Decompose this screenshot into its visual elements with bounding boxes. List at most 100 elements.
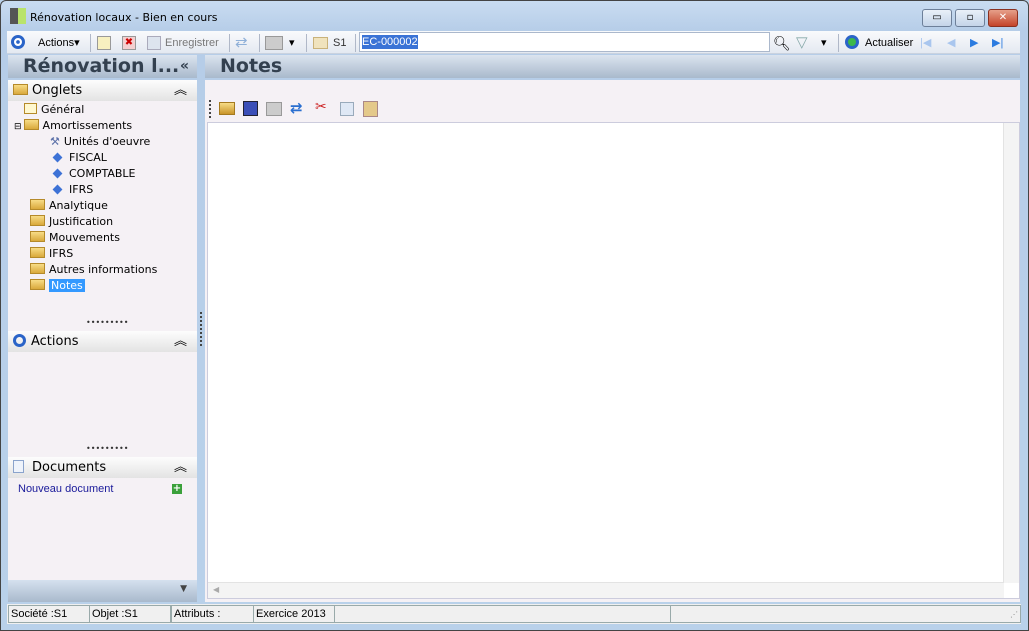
- tree-label: IFRS: [49, 247, 74, 260]
- tree-item-amortissements[interactable]: ⊟ Amortissements: [14, 118, 132, 134]
- collapse-node-icon[interactable]: ⊟: [14, 122, 22, 132]
- record-id-input[interactable]: EC-000002: [359, 32, 770, 52]
- print-icon[interactable]: [265, 36, 283, 50]
- onglets-section-header[interactable]: Onglets ︽: [8, 80, 197, 101]
- tree-item-fiscal[interactable]: FISCAL: [50, 150, 107, 166]
- actions-label: Actions: [38, 37, 75, 49]
- collapse-icon[interactable]: ︽: [174, 331, 187, 352]
- splitter-handle[interactable]: •••••••••: [86, 318, 128, 327]
- left-panel: Onglets ︽ Général ⊟ Amortissements ⚒ Unités…: [8, 80, 197, 602]
- folder-icon: [313, 37, 328, 49]
- tree-label: Amortissements: [42, 119, 133, 132]
- new-icon[interactable]: [97, 36, 111, 50]
- notes-editor[interactable]: ◀: [207, 122, 1020, 599]
- status-attributs: Attributs :: [171, 605, 254, 623]
- separator: [229, 34, 230, 52]
- splitter-handle[interactable]: •••••••••: [86, 444, 128, 453]
- status-empty: [670, 605, 1021, 623]
- status-bar: Société :S1 Objet :S1 Attributs : Exerci…: [7, 604, 1021, 624]
- new-document-link[interactable]: Nouveau document: [18, 483, 113, 495]
- close-button[interactable]: ✕: [988, 9, 1018, 27]
- sync-icon[interactable]: ⇄: [235, 35, 248, 51]
- tree-item-justification[interactable]: Justification: [30, 214, 113, 230]
- folder-icon: [30, 231, 45, 242]
- chevron-down-icon[interactable]: ▼: [180, 584, 187, 594]
- filter-dropdown[interactable]: ▾: [821, 35, 827, 51]
- tree-item-general[interactable]: Général: [24, 102, 84, 118]
- refresh-button[interactable]: Actualiser: [865, 35, 913, 51]
- notes-pane: ⇄ ✂ ◀: [205, 80, 1020, 602]
- tree-label: COMPTABLE: [69, 167, 136, 180]
- open-folder-icon[interactable]: [219, 102, 235, 115]
- first-record-icon[interactable]: |◀: [920, 35, 931, 51]
- refresh-icon[interactable]: ⇄: [290, 99, 303, 117]
- actions-icon: [11, 35, 25, 49]
- previous-record-icon[interactable]: ◀: [947, 35, 955, 51]
- next-record-icon[interactable]: ▶: [970, 35, 978, 51]
- folder-icon: [13, 84, 28, 95]
- cut-icon[interactable]: ✂: [315, 99, 327, 115]
- actions-menu[interactable]: Actions▾: [38, 35, 80, 51]
- collapse-icon[interactable]: ︽: [174, 457, 187, 478]
- folder-icon: [30, 215, 45, 226]
- save-button[interactable]: Enregistrer: [165, 35, 219, 51]
- minimize-button[interactable]: ▭: [922, 9, 952, 27]
- window-title: Rénovation locaux - Bien en cours: [30, 11, 218, 24]
- search-icon[interactable]: 🔍︎: [773, 35, 791, 51]
- tree-item-comptable[interactable]: COMPTABLE: [50, 166, 135, 182]
- tree-label: Autres informations: [49, 263, 158, 276]
- tree-label: FISCAL: [69, 151, 107, 164]
- tree-item-analytique[interactable]: Analytique: [30, 198, 108, 214]
- record-id-value: EC-000002: [362, 35, 418, 49]
- resize-grip-icon[interactable]: ⋰: [1010, 610, 1018, 619]
- documents-section-header[interactable]: Documents ︽: [8, 457, 197, 478]
- vertical-splitter[interactable]: [200, 312, 202, 346]
- status-empty: [334, 605, 671, 623]
- status-objet: Objet :S1: [89, 605, 171, 623]
- diamond-icon: [52, 184, 63, 195]
- document-icon: [13, 460, 24, 473]
- paste-icon[interactable]: [363, 101, 378, 117]
- print-dropdown[interactable]: ▾: [289, 35, 295, 51]
- tree-item-unites[interactable]: ⚒ Unités d'oeuvre: [50, 134, 150, 150]
- tree-label: Mouvements: [49, 231, 120, 244]
- horizontal-scrollbar[interactable]: ◀: [208, 582, 1004, 598]
- tree-item-ifrs-amort[interactable]: IFRS: [50, 182, 93, 198]
- maximize-button[interactable]: ▫: [955, 9, 985, 27]
- refresh-icon[interactable]: [845, 35, 859, 49]
- tree-item-ifrs[interactable]: IFRS: [30, 246, 73, 262]
- separator: [355, 34, 356, 52]
- delete-icon[interactable]: ✖: [122, 36, 136, 50]
- tree-label: Justification: [49, 215, 114, 228]
- actions-section-header[interactable]: Actions ︽: [8, 331, 197, 352]
- filter-icon[interactable]: ▽: [796, 35, 808, 51]
- collapse-left-button[interactable]: «: [180, 55, 189, 78]
- main-toolbar: Actions▾ ✖ Enregistrer ⇄ ▾ S1 EC-000002 …: [7, 31, 1020, 54]
- actions-icon: [13, 334, 26, 347]
- vertical-scrollbar[interactable]: [1003, 123, 1019, 583]
- print-icon[interactable]: [266, 102, 282, 116]
- tree-label: IFRS: [69, 183, 94, 196]
- scroll-left-icon[interactable]: ◀: [213, 585, 219, 594]
- open-folder-icon: [30, 279, 45, 290]
- copy-icon[interactable]: [340, 102, 354, 116]
- separator: [90, 34, 91, 52]
- save-icon[interactable]: [243, 101, 258, 116]
- folder-label[interactable]: S1: [333, 35, 346, 51]
- add-icon[interactable]: +: [172, 484, 182, 494]
- status-exercice: Exercice 2013: [253, 605, 335, 623]
- tools-icon: ⚒: [50, 135, 60, 148]
- main-header: Notes: [205, 55, 1020, 78]
- last-record-icon[interactable]: ▶|: [992, 35, 1003, 51]
- app-logo-icon: [10, 8, 26, 24]
- settings-doc-icon: [24, 103, 37, 114]
- tree-item-mouvements[interactable]: Mouvements: [30, 230, 120, 246]
- panel-footer: ▼: [8, 580, 197, 602]
- tree-label: Analytique: [49, 199, 108, 212]
- collapse-icon[interactable]: ︽: [174, 80, 187, 101]
- onglets-title: Onglets: [32, 83, 83, 98]
- documents-title: Documents: [32, 460, 107, 475]
- tree-label: Notes: [49, 279, 85, 292]
- tree-item-notes[interactable]: Notes: [30, 278, 85, 294]
- tree-item-autres[interactable]: Autres informations: [30, 262, 157, 278]
